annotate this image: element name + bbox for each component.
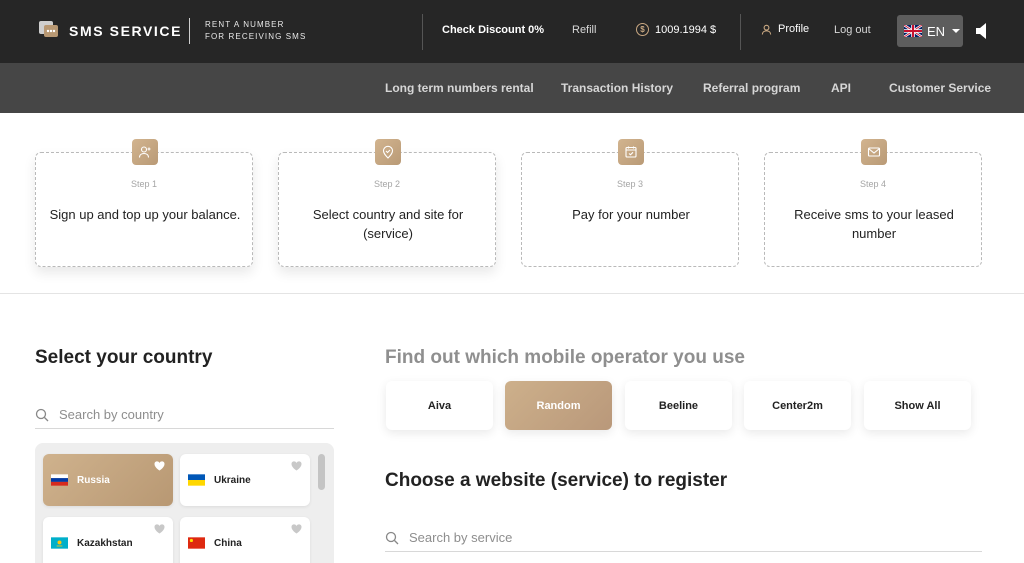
balance-display: $ 1009.1994 $ [636,23,716,36]
nav-transaction-history[interactable]: Transaction History [561,81,673,95]
logout-link[interactable]: Log out [834,24,871,36]
step-text: Sign up and top up your balance. [49,207,241,222]
country-name: Kazakhstan [77,538,133,549]
step-text: Receive sms to your leased number [794,207,954,241]
country-section-title: Select your country [35,347,213,368]
country-list: Russia Ukraine Kazakhstan China [35,443,334,563]
kazakhstan-flag-icon [51,537,68,549]
dollar-coin-icon: $ [636,23,649,36]
brand-tagline: RENT A NUMBER FOR RECEIVING SMS [205,19,306,43]
brand-name[interactable]: SMS SERVICE [69,23,182,39]
country-item-china[interactable]: China [180,517,310,563]
russia-flag-icon [51,474,68,486]
section-divider [0,293,1024,294]
operator-aiva-button[interactable]: Aiva [386,381,493,430]
step-card-3: Step 3 Pay for your number [521,139,739,267]
operator-center2m-button[interactable]: Center2m [744,381,851,430]
nav-api[interactable]: API [831,81,851,95]
profile-link[interactable]: Profile [761,23,809,35]
operator-random-button[interactable]: Random [505,381,612,430]
step-label: Step 2 [373,179,401,189]
main-nav: Long term numbers rental Transaction His… [0,63,1024,113]
ukraine-flag-icon [188,474,205,486]
header-divider [740,14,741,50]
country-name: Russia [77,475,110,486]
country-search-input[interactable] [59,407,299,422]
mail-icon [861,139,887,165]
language-code: EN [927,23,946,39]
tagline-line-1: RENT A NUMBER [205,20,285,29]
user-icon [761,24,772,35]
country-list-scrollbar[interactable] [318,454,325,490]
operator-show-all-button[interactable]: Show All [864,381,971,430]
step-card-1: Step 1 Sign up and top up your balance. [35,139,253,267]
profile-label: Profile [778,23,810,35]
top-header: SMS SERVICE RENT A NUMBER FOR RECEIVING … [0,0,1024,63]
logo-icon[interactable] [38,19,60,39]
country-search [35,401,334,429]
country-name: China [214,538,242,549]
heart-icon[interactable] [154,524,165,534]
nav-referral-program[interactable]: Referral program [703,81,800,95]
heart-icon[interactable] [291,524,302,534]
brand-divider [189,18,190,44]
balance-amount: 1009.1994 $ [655,23,717,36]
heart-icon[interactable] [154,461,165,471]
service-section-title: Choose a website (service) to register [385,470,728,491]
chevron-down-icon [952,29,961,33]
language-selector[interactable]: EN [897,15,963,47]
search-icon [35,408,49,421]
step-card-2: Step 2 Select country and site for (serv… [278,139,496,267]
step-label: Step 3 [616,179,644,189]
calendar-check-icon [618,139,644,165]
country-item-russia[interactable]: Russia [43,454,173,506]
china-flag-icon [188,537,205,549]
location-pin-icon [375,139,401,165]
country-name: Ukraine [214,475,251,486]
step-text: Select country and site for (service) [312,207,464,241]
speaker-icon[interactable] [975,21,991,41]
uk-flag-icon [904,25,922,37]
nav-long-term-rental[interactable]: Long term numbers rental [385,81,534,95]
header-divider [422,14,423,50]
step-label: Step 4 [859,179,887,189]
tagline-line-2: FOR RECEIVING SMS [205,32,307,41]
add-user-icon [132,139,158,165]
refill-link[interactable]: Refill [572,24,596,36]
country-item-kazakhstan[interactable]: Kazakhstan [43,517,173,563]
nav-customer-service[interactable]: Customer Service [889,81,991,95]
check-discount-link[interactable]: Check Discount 0% [442,24,544,36]
search-icon [385,531,399,544]
heart-icon[interactable] [291,461,302,471]
step-card-4: Step 4 Receive sms to your leased number [764,139,982,267]
service-search-input[interactable] [409,530,649,545]
operator-section-title: Find out which mobile operator you use [385,347,745,368]
step-text: Pay for your number [572,207,690,222]
service-search [385,524,982,552]
step-label: Step 1 [130,179,158,189]
country-item-ukraine[interactable]: Ukraine [180,454,310,506]
operator-beeline-button[interactable]: Beeline [625,381,732,430]
